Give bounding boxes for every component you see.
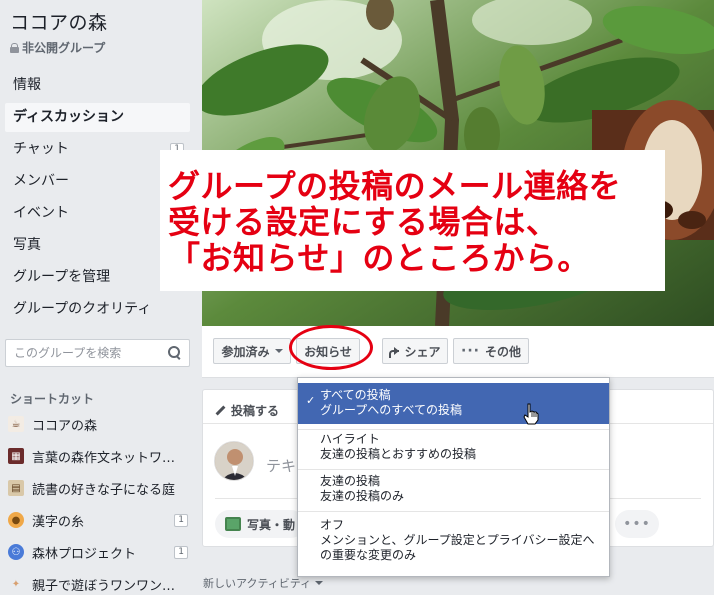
nav-label: 情報: [13, 77, 41, 93]
shortcut-item[interactable]: ☕ ココアの森: [8, 412, 188, 436]
share-button[interactable]: シェア: [382, 338, 448, 364]
nav-item-info[interactable]: 情報: [5, 71, 190, 100]
group-action-bar: 参加済み お知らせ シェア ··· その他: [202, 326, 714, 378]
option-title: オフ: [320, 518, 345, 532]
annotation-callout: グループの投稿のメール連絡を 受ける設定にする場合は、 「お知らせ」のところから…: [160, 150, 665, 291]
nav-label: チャット: [13, 141, 69, 157]
group-people-icon: ⚇: [8, 544, 24, 560]
paw-icon: ●: [8, 512, 24, 528]
shortcut-item[interactable]: ✦ 親子で遊ぼうワンワン…: [8, 572, 188, 595]
bone-icon: ✦: [11, 578, 21, 590]
group-name[interactable]: ココアの森: [10, 8, 108, 35]
avatar[interactable]: [214, 441, 254, 481]
divider: [298, 511, 609, 512]
notify-option-friends-posts[interactable]: 友達の投稿 友達の投稿のみ: [298, 474, 609, 510]
more-button[interactable]: ··· その他: [453, 338, 529, 364]
lock-icon: [10, 43, 19, 53]
shortcut-label: 親子で遊ぼうワンワン…: [32, 578, 176, 594]
shortcut-badge: 1: [174, 545, 188, 559]
shortcut-badge: 1: [174, 513, 188, 527]
notify-option-all-posts[interactable]: ✓ すべての投稿 グループへのすべての投稿: [298, 383, 609, 424]
activity-sort[interactable]: 新しいアクティビティ: [203, 575, 324, 591]
tab-label: 投稿する: [231, 404, 280, 418]
pencil-icon: [215, 405, 226, 416]
callout-line: グループの投稿のメール連絡を: [168, 167, 622, 205]
option-title: すべての投稿: [320, 388, 391, 402]
group-search-input[interactable]: このグループを検索: [5, 339, 190, 367]
privacy-label: 非公開グループ: [10, 39, 105, 56]
joined-label: 参加済み: [221, 344, 270, 359]
photo-label: 写真・動: [247, 517, 296, 532]
shortcut-item[interactable]: ⚇ 森林プロジェクト 1: [8, 540, 188, 564]
shortcut-item[interactable]: ▦ 言葉の森作文ネットワ…: [8, 444, 188, 468]
hand-cursor-icon: [523, 403, 539, 425]
photo-icon: [225, 517, 241, 531]
check-icon: ✓: [306, 394, 316, 407]
callout-line: 「お知らせ」のところから。: [168, 239, 590, 277]
notify-option-highlights[interactable]: ハイライト 友達の投稿とおすすめの投稿: [298, 432, 609, 468]
nav-item-discussion[interactable]: ディスカッション: [5, 103, 190, 132]
chevron-down-icon: [274, 349, 283, 353]
photo-video-button[interactable]: 写真・動: [215, 510, 306, 538]
cocoa-cup-icon: ☕: [8, 416, 24, 432]
search-placeholder: このグループを検索: [14, 346, 122, 360]
notifications-label: お知らせ: [304, 344, 352, 359]
grid-icon: ▦: [8, 448, 24, 464]
shortcut-item[interactable]: ● 漢字の糸 1: [8, 508, 188, 532]
joined-button[interactable]: 参加済み: [213, 338, 291, 364]
person-photo: [215, 442, 253, 480]
divider: [298, 469, 609, 470]
nav-label: メンバー: [13, 173, 69, 189]
book-icon: ▤: [8, 480, 24, 496]
more-dots-icon: ···: [461, 343, 480, 359]
notifications-dropdown: ✓ すべての投稿 グループへのすべての投稿 ハイライト 友達の投稿とおすすめの投…: [297, 377, 610, 577]
privacy-text: 非公開グループ: [22, 41, 106, 55]
chevron-down-icon: [315, 581, 324, 585]
divider: [298, 429, 609, 430]
callout-line: 受ける設定にする場合は、: [168, 203, 559, 241]
notify-option-off[interactable]: オフ メンションと、グループ設定とプライバシー設定への重要な変更のみ: [298, 518, 609, 574]
nav-label: ディスカッション: [13, 109, 125, 125]
option-title: 友達の投稿: [320, 474, 381, 488]
share-label: シェア: [404, 344, 441, 359]
group-sidebar: ココアの森 非公開グループ 情報 ディスカッション チャット 1 メンバー イベン…: [0, 0, 200, 595]
shortcut-item[interactable]: ▤ 読書の好きな子になる庭: [8, 476, 188, 500]
shortcut-label: 漢字の糸: [32, 514, 85, 530]
option-desc: 友達の投稿のみ: [320, 489, 405, 503]
option-desc: 友達の投稿とおすすめの投稿: [320, 447, 477, 461]
more-label: その他: [484, 344, 521, 359]
shortcut-label: 読書の好きな子になる庭: [32, 482, 176, 498]
nav-label: グループを管理: [13, 269, 111, 285]
activity-label: 新しいアクティビティ: [203, 577, 312, 590]
shortcuts-heading: ショートカット: [10, 392, 95, 406]
notifications-button[interactable]: お知らせ: [296, 338, 360, 364]
share-icon: [389, 346, 400, 358]
shortcut-label: 森林プロジェクト: [32, 546, 137, 562]
option-desc: メンションと、グループ設定とプライバシー設定への重要な変更のみ: [320, 533, 595, 562]
more-options-button[interactable]: •••: [615, 510, 659, 538]
shortcut-label: ココアの森: [32, 418, 98, 434]
search-icon[interactable]: [168, 346, 180, 358]
option-desc: グループへのすべての投稿: [320, 403, 462, 417]
shortcut-label: 言葉の森作文ネットワ…: [32, 450, 176, 466]
nav-label: グループのクオリティ: [13, 301, 152, 317]
nav-label: イベント: [13, 205, 69, 221]
tab-write-post[interactable]: 投稿する: [215, 402, 279, 419]
option-title: ハイライト: [320, 432, 380, 446]
nav-label: 写真: [13, 237, 41, 253]
nav-item-group-quality[interactable]: グループのクオリティ: [5, 295, 190, 324]
